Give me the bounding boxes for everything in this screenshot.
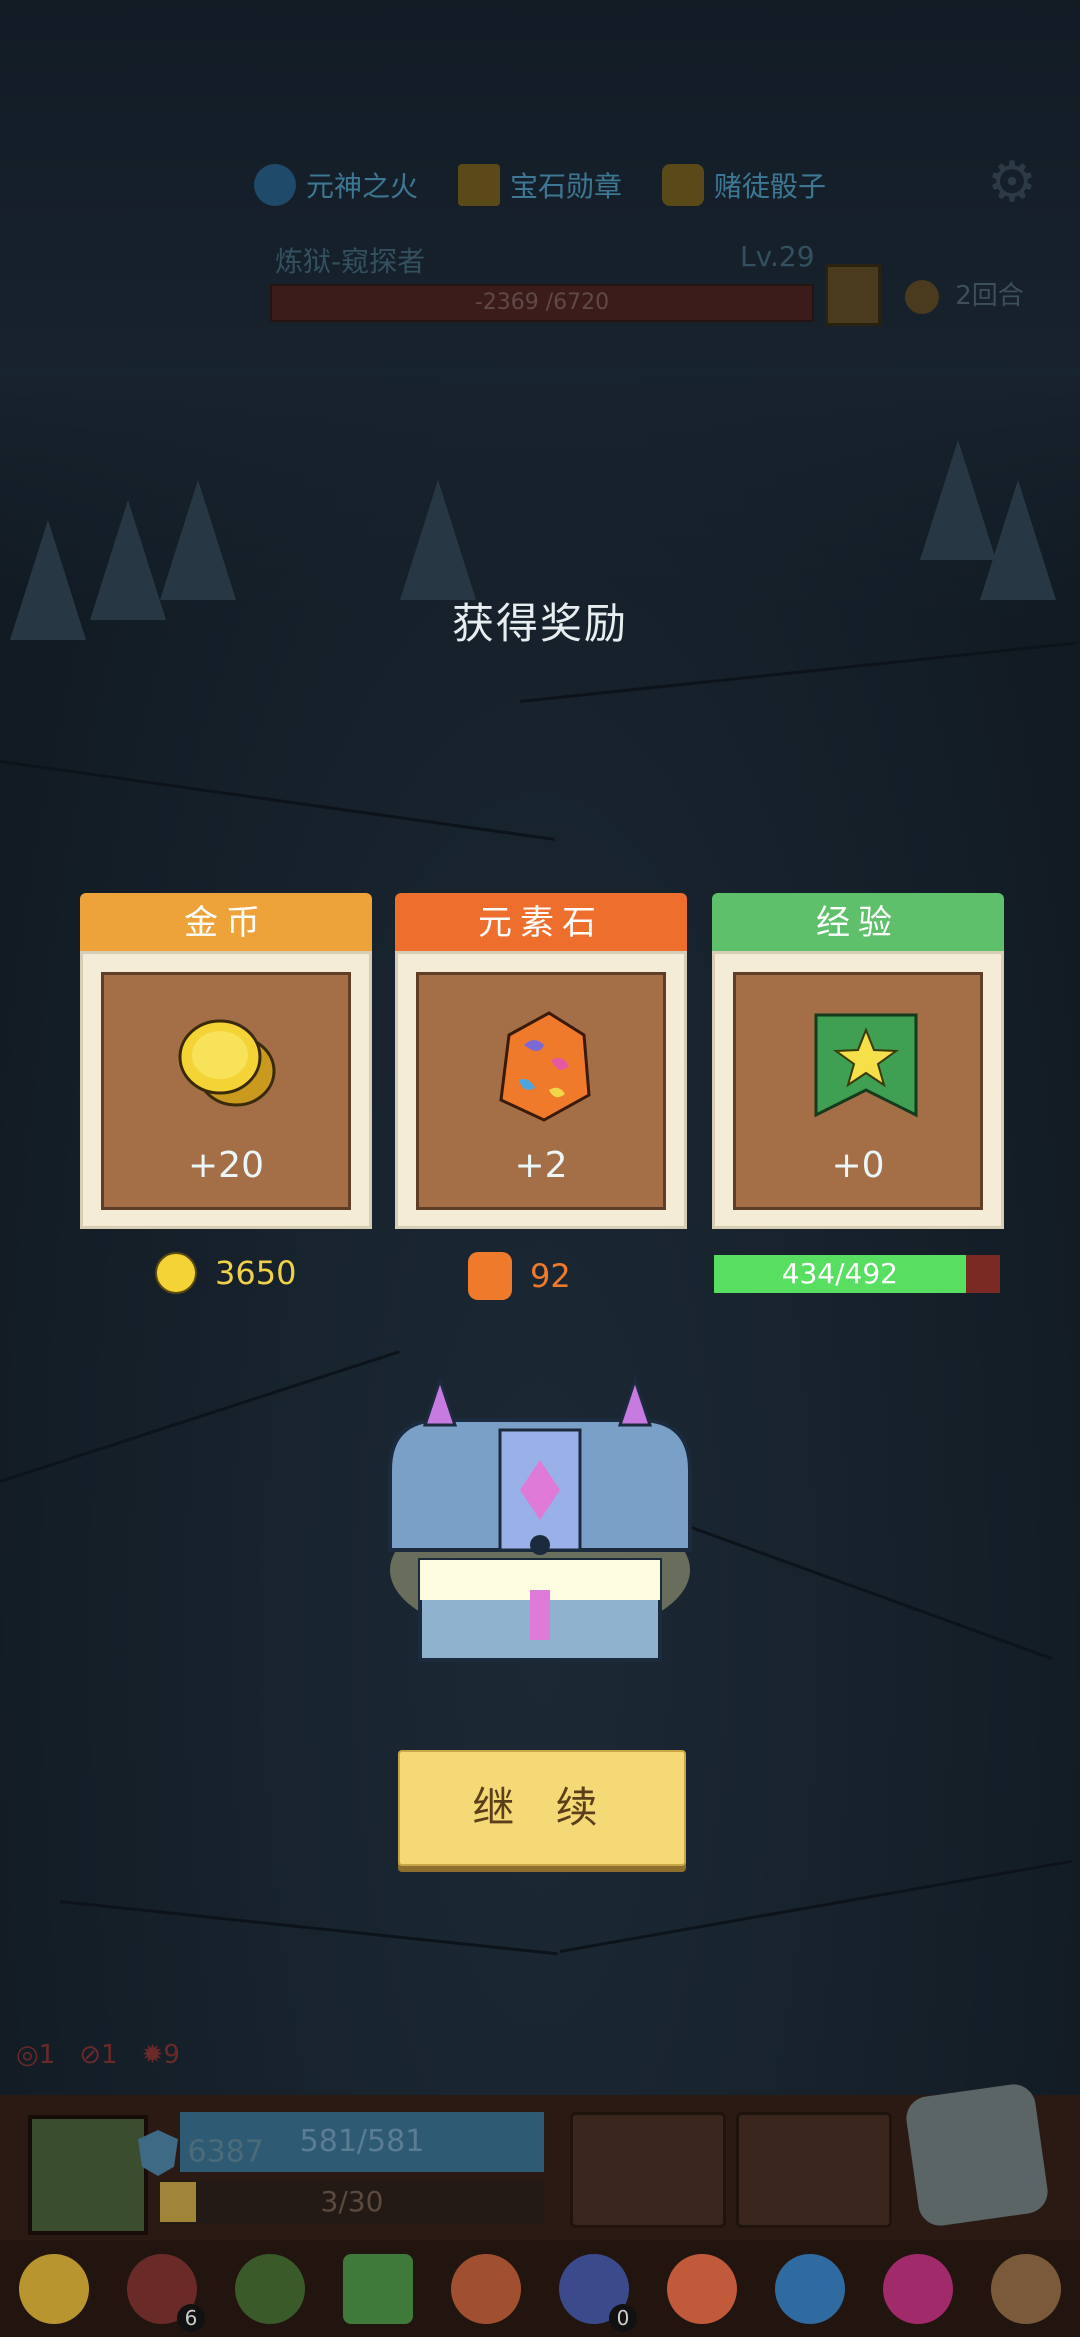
- reward-card-title: 金币: [80, 893, 372, 953]
- gear-icon[interactable]: ⚙: [984, 155, 1040, 211]
- status-effect: ⊘1: [79, 2040, 118, 2070]
- shield-value: 6387: [138, 2130, 264, 2176]
- reward-value: +0: [831, 1145, 885, 1186]
- treasure-chest: [388, 1375, 692, 1662]
- skill-slot-1[interactable]: [570, 2112, 726, 2228]
- reward-value: +20: [188, 1145, 264, 1186]
- player-status-effects: ◎1 ⊘1 ✹9: [16, 2040, 180, 2070]
- enemy-hp-bar: -2369 /6720: [270, 284, 814, 322]
- reward-card-title: 经验: [712, 893, 1004, 953]
- turns-label: 2回合: [955, 281, 1024, 311]
- mirror-icon[interactable]: [991, 2253, 1061, 2324]
- buff-soul-fire[interactable]: 元神之火: [253, 164, 418, 206]
- shield-icon: [138, 2130, 178, 2176]
- buff-label: 元神之火: [305, 170, 418, 203]
- stone-total-value: 92: [530, 1257, 571, 1295]
- reward-value: +2: [514, 1145, 568, 1186]
- reward-card-gold: 金币 +20: [80, 893, 372, 1235]
- reward-title: 获得奖励: [451, 599, 628, 648]
- buff-gem-medal[interactable]: 宝石勋章: [457, 164, 622, 206]
- element-stone-icon: [468, 1252, 512, 1300]
- element-stone-icon: [499, 1011, 591, 1122]
- bowl-icon[interactable]: 0: [559, 2253, 637, 2332]
- status-effect: ✹9: [141, 2040, 180, 2070]
- meat-icon[interactable]: [451, 2253, 521, 2324]
- star-banner-icon: [814, 1013, 918, 1118]
- gambler-dice-icon: [662, 164, 704, 206]
- skill-slot-2[interactable]: [736, 2112, 892, 2228]
- bestiary-book-icon[interactable]: [825, 264, 881, 326]
- continue-button[interactable]: 继 续: [398, 1750, 686, 1866]
- crown-icon[interactable]: [19, 2253, 89, 2324]
- hourglass-icon: [905, 279, 939, 314]
- avatar[interactable]: [28, 2115, 148, 2235]
- gem-medal-icon: [457, 164, 500, 206]
- enemy-name: 炼狱-窥探者: [275, 245, 426, 278]
- buff-gambler-dice[interactable]: 赌徒骰子: [662, 164, 826, 206]
- reward-card-title: 元素石: [395, 893, 687, 953]
- status-effect: ◎1: [16, 2040, 56, 2070]
- experience-text: 434/492: [781, 1257, 898, 1290]
- buff-bar: 元神之火 宝石勋章 赌徒骰子: [0, 150, 1080, 220]
- stone-total: 92: [468, 1252, 571, 1300]
- buff-label: 宝石勋章: [509, 170, 622, 203]
- enemy-hp-text: -2369 /6720: [474, 290, 610, 315]
- blue-flame-icon: [253, 164, 296, 206]
- experience-bar: 434/492: [714, 1255, 1000, 1293]
- reward-card-experience: 经验 +0: [712, 893, 1004, 1235]
- gold-coins-icon: [178, 1019, 276, 1107]
- reward-card-element-stone: 元素石 +2: [395, 893, 687, 1235]
- enemy-level: Lv.29: [740, 240, 815, 273]
- gold-total-value: 3650: [215, 1254, 297, 1292]
- energy-text: 3/30: [320, 2185, 384, 2218]
- dice-icon[interactable]: [903, 2081, 1051, 2229]
- helmet-icon[interactable]: [775, 2253, 845, 2324]
- gold-total: 3650: [155, 1252, 296, 1294]
- character-icon[interactable]: [235, 2253, 305, 2324]
- card-icon[interactable]: [343, 2253, 413, 2324]
- energy-bar: 3/30: [160, 2180, 544, 2224]
- mask-icon[interactable]: [883, 2253, 953, 2324]
- donut-icon[interactable]: [667, 2253, 737, 2324]
- buff-label: 赌徒骰子: [714, 170, 827, 203]
- turn-counter: 2回合: [905, 275, 1024, 314]
- relic-icon[interactable]: 6: [127, 2253, 205, 2332]
- inventory-bar: 6 0: [0, 2240, 1080, 2337]
- coin-icon: [155, 1252, 197, 1294]
